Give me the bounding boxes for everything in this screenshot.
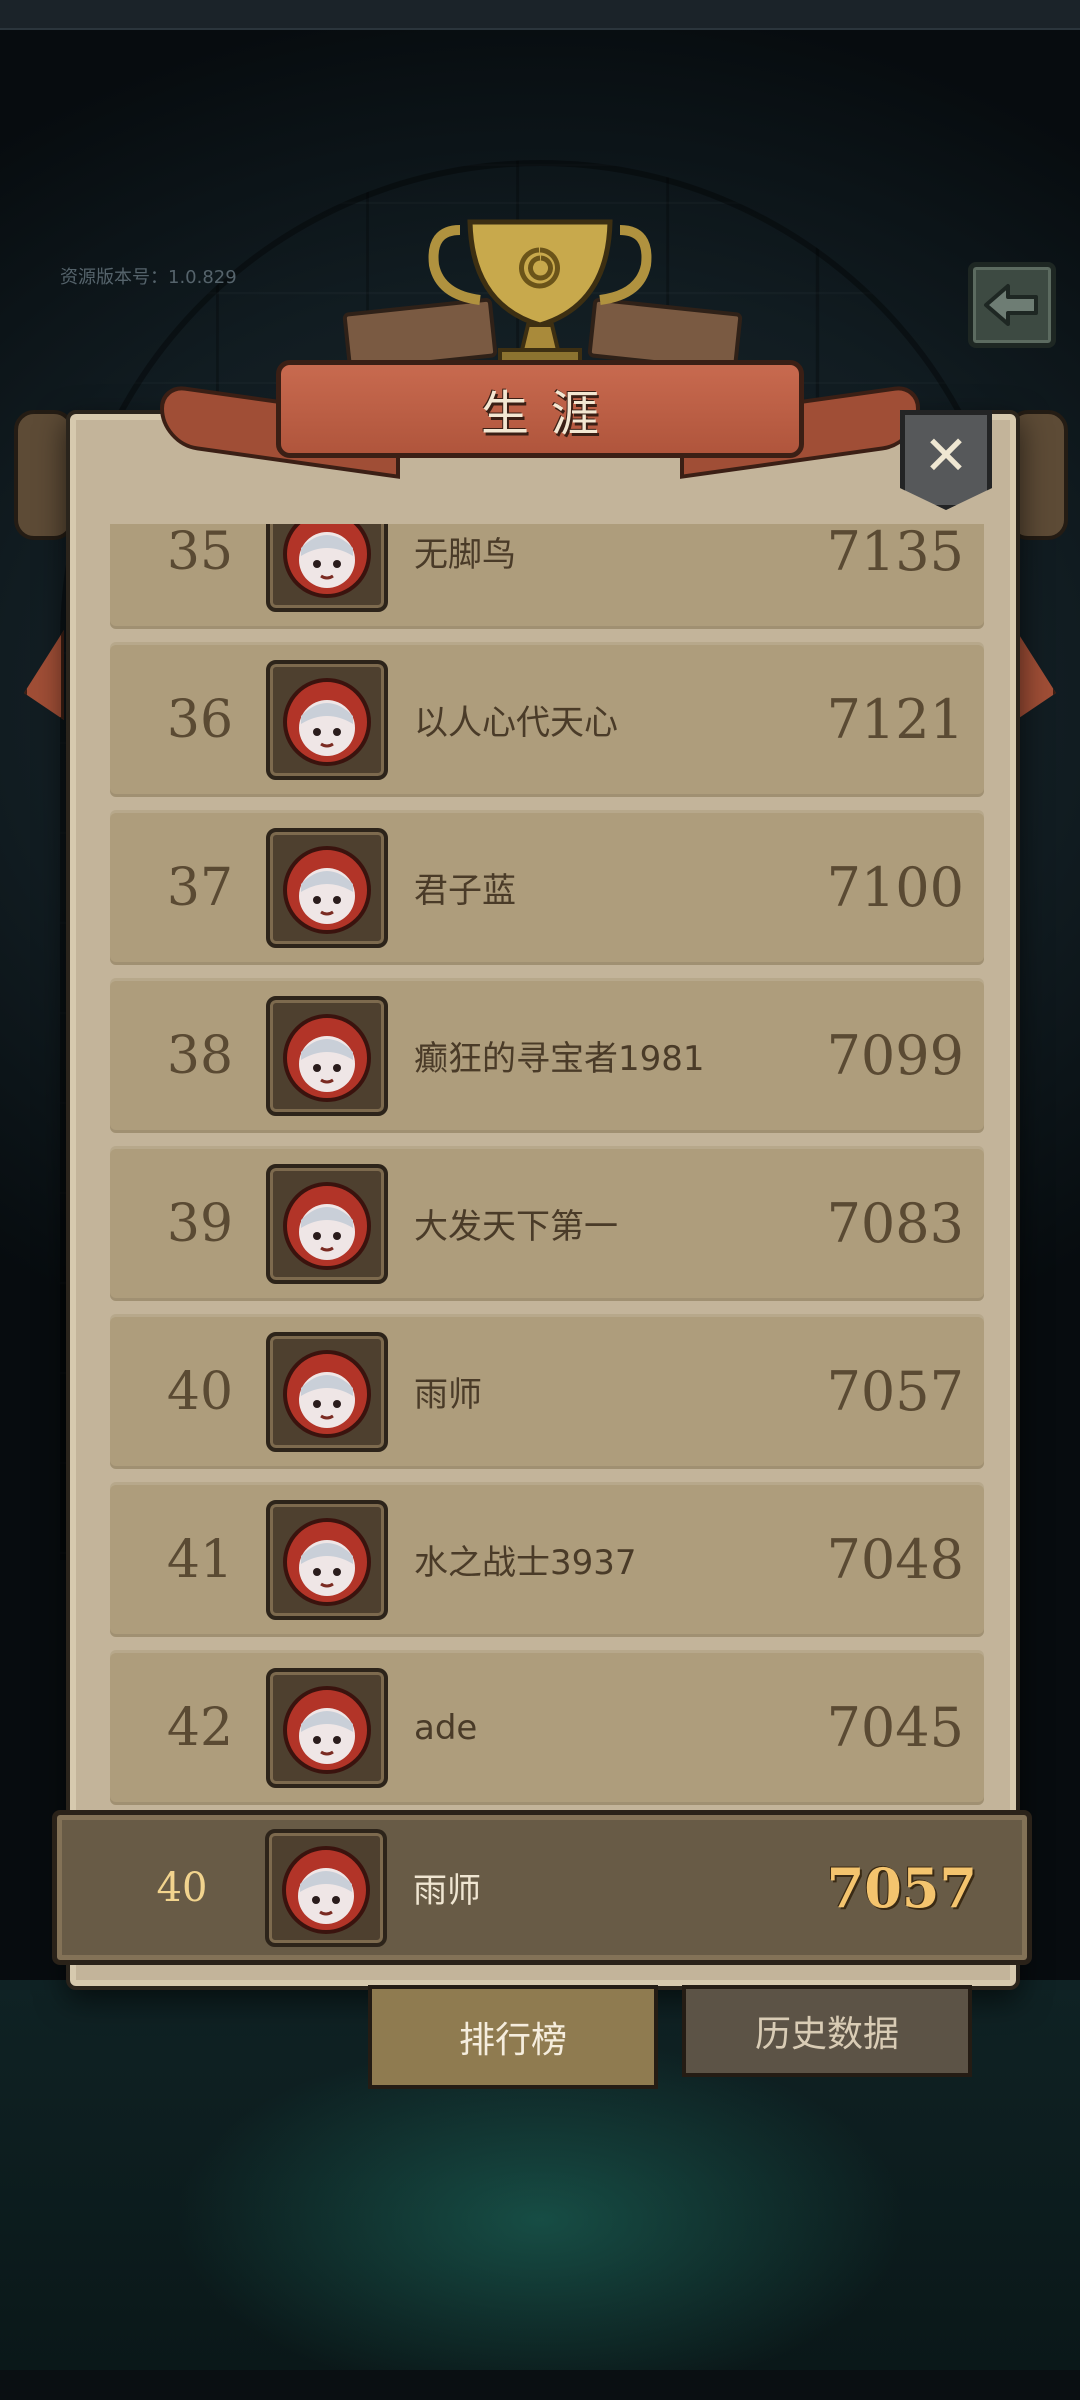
back-button[interactable] [968,262,1056,348]
player-score: 7121 [826,688,964,751]
career-panel: 35 无脚鸟 7135 36 以人心代天心 7121 37 君子蓝 7100 3… [66,410,1020,1990]
close-icon: ✕ [923,424,969,487]
red-hood-avatar-icon [283,1350,371,1438]
tab-ranking[interactable]: 排行榜 [368,1985,658,2089]
rank-number: 36 [166,689,234,750]
list-item[interactable]: 39 大发天下第一 7083 [110,1146,984,1301]
avatar [266,1500,388,1620]
avatar [266,828,388,948]
red-hood-avatar-icon [283,1686,371,1774]
avatar [266,996,388,1116]
avatar [266,1164,388,1284]
my-rank-bar: 40 雨师 7057 [52,1810,1032,1965]
rank-number: 40 [166,1361,234,1422]
player-name: 癫狂的寻宝者1981 [414,1039,705,1079]
player-name: 以人心代天心 [414,703,618,743]
list-item[interactable]: 38 癫狂的寻宝者1981 7099 [110,978,984,1133]
list-item[interactable]: 40 雨师 7057 [110,1314,984,1469]
player-name: 大发天下第一 [414,1207,618,1247]
red-hood-avatar-icon [283,1014,371,1102]
list-item[interactable]: 36 以人心代天心 7121 [110,642,984,797]
rank-number: 42 [166,1697,234,1758]
player-name: ade [414,1707,478,1748]
status-bar [0,0,1080,30]
nav-bar [0,2370,1080,2400]
avatar [266,1668,388,1788]
my-rank-number: 40 [156,1864,208,1911]
rank-number: 38 [166,1025,234,1086]
player-score: 7099 [826,1024,964,1087]
list-item[interactable]: 37 君子蓝 7100 [110,810,984,965]
rank-number: 41 [166,1529,234,1590]
player-score: 7100 [826,856,964,919]
player-score: 7135 [826,524,964,583]
list-item[interactable]: 42 ade 7045 [110,1650,984,1805]
red-hood-avatar-icon [283,846,371,934]
player-score: 7048 [826,1528,964,1591]
my-avatar [265,1829,387,1947]
back-arrow-icon [984,284,1038,326]
red-hood-avatar-icon [282,1846,370,1934]
avatar [266,524,388,612]
player-score: 7045 [826,1696,964,1759]
red-hood-avatar-icon [283,524,371,598]
my-player-name: 雨师 [413,1871,481,1911]
player-score: 7083 [826,1192,964,1255]
player-score: 7057 [826,1360,964,1423]
rank-number: 37 [166,857,234,918]
player-name: 君子蓝 [414,871,516,911]
list-item[interactable]: 35 无脚鸟 7135 [110,524,984,629]
trophy-icon [428,219,652,374]
player-name: 水之战士3937 [414,1543,637,1583]
red-hood-avatar-icon [283,1182,371,1270]
player-name: 无脚鸟 [414,535,516,575]
avatar [266,660,388,780]
list-item[interactable]: 41 水之战士3937 7048 [110,1482,984,1637]
player-name: 雨师 [414,1375,482,1415]
title-ribbon: 生涯 [276,360,804,458]
panel-left-ornament [14,410,74,540]
avatar [266,1332,388,1452]
rank-number: 35 [166,524,234,582]
tab-history[interactable]: 历史数据 [682,1985,972,2077]
my-player-score: 7057 [826,1855,977,1920]
page-title: 生涯 [480,386,621,442]
red-hood-avatar-icon [283,678,371,766]
ranking-list[interactable]: 35 无脚鸟 7135 36 以人心代天心 7121 37 君子蓝 7100 3… [110,524,984,1864]
red-hood-avatar-icon [283,1518,371,1606]
version-label: 资源版本号：1.0.829 [60,267,237,288]
rank-number: 39 [166,1193,234,1254]
